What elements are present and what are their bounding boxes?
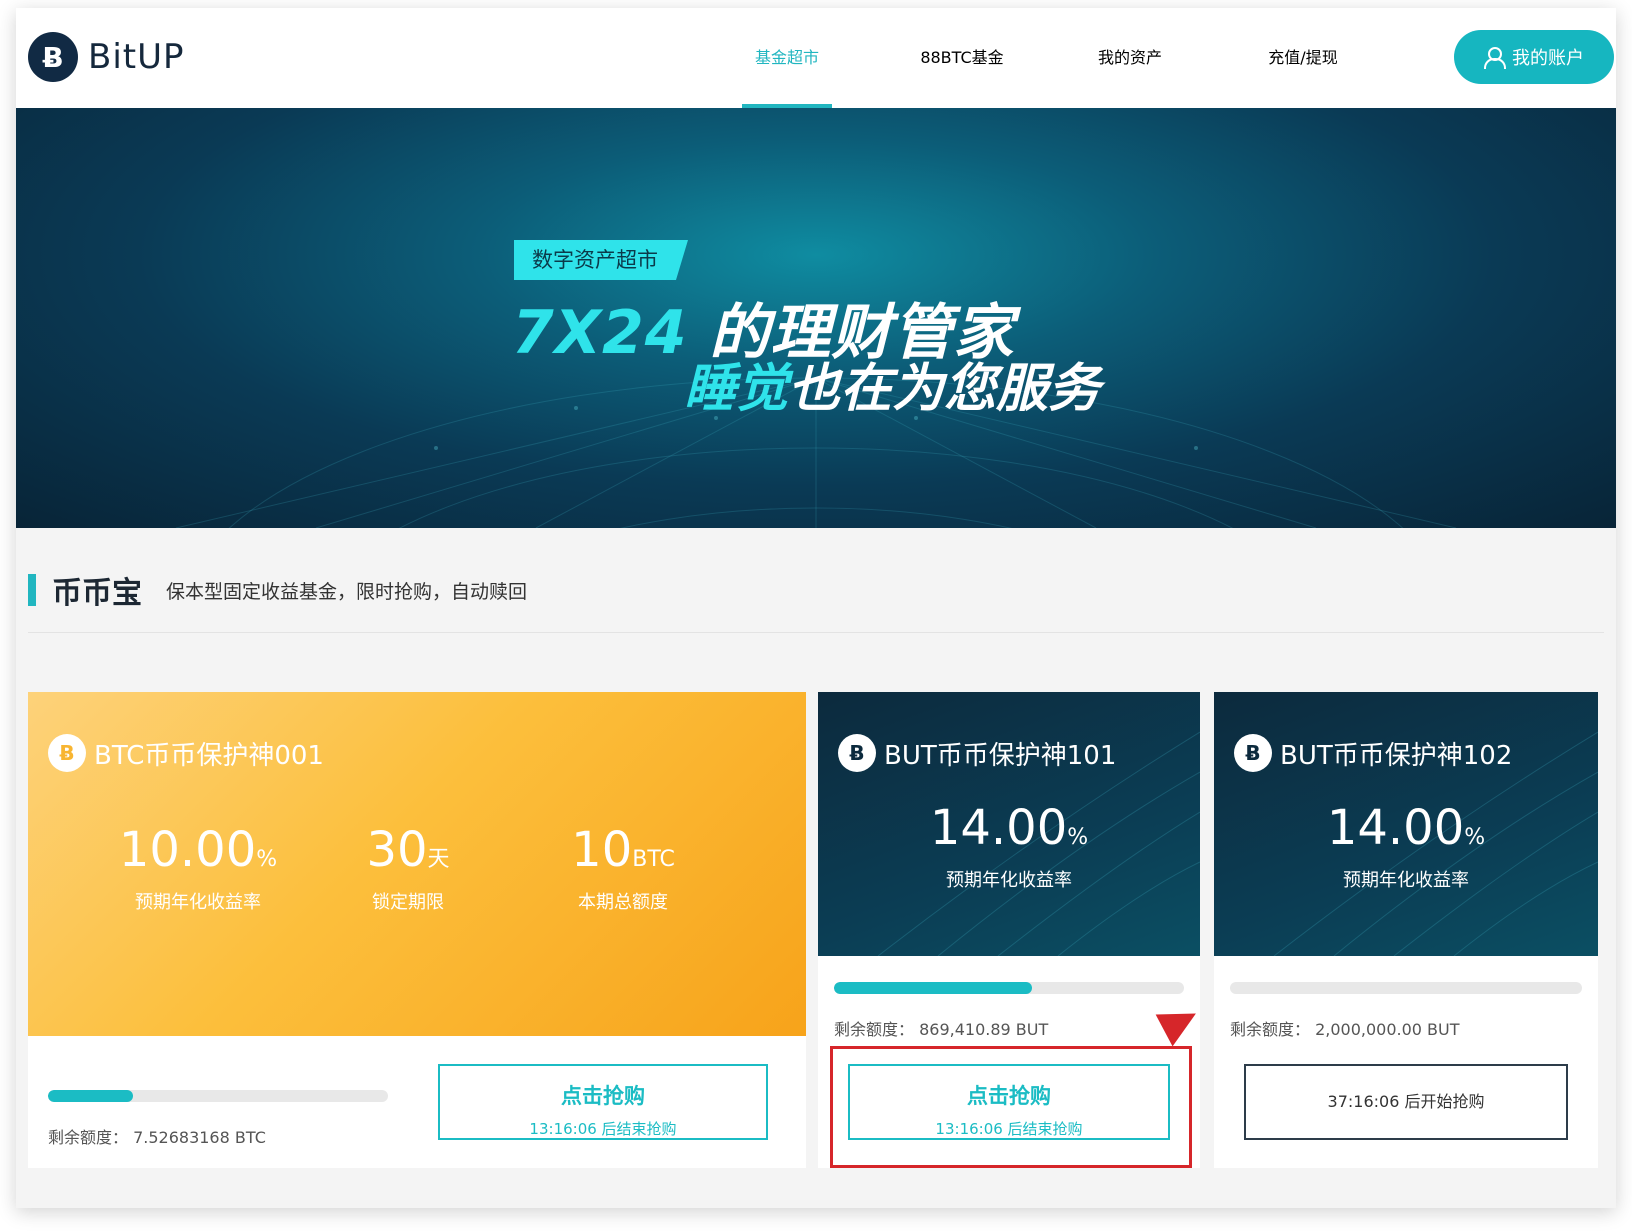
but-coin-icon: Ƀ [1234, 734, 1272, 772]
top-navbar: Ƀ BitUP 基金超市 88BTC基金 我的资产 充值/提现 我的账户 [16, 8, 1616, 108]
upcoming-purchase-button[interactable]: 37:16:06 后开始抢购 [1244, 1064, 1568, 1140]
stat-annual-rate: 10.00% 预期年化收益率 [118, 822, 278, 914]
card-header: Ƀ BUT币币保护神101 14.00% 预期年化收益率 [818, 692, 1200, 956]
card-title-text: BUT币币保护神101 [884, 740, 1117, 771]
buy-button[interactable]: 点击抢购 13:16:06 后结束抢购 [438, 1064, 768, 1140]
card-title-text: BTC币币保护神001 [94, 740, 324, 771]
stat-value: 30 [366, 822, 428, 878]
banner-headline-2-rest: 也在为您服务 [788, 359, 1101, 419]
section-subtitle: 保本型固定收益基金，限时抢购，自动赎回 [166, 580, 528, 603]
logo[interactable]: Ƀ BitUP [28, 32, 185, 82]
logo-text: BitUP [88, 37, 185, 77]
stat-label: 锁定期限 [372, 892, 444, 913]
but-coin-icon: Ƀ [838, 734, 876, 772]
buy-button-label: 点击抢购 [561, 1084, 645, 1108]
banner-headline-1-highlight: 7X24 [512, 298, 688, 368]
banner-headline-2-highlight: 睡觉 [684, 359, 789, 419]
remaining-quota: 剩余额度： 2,000,000.00 BUT [1230, 1020, 1460, 1039]
card-title: Ƀ BUT币币保护神101 [838, 734, 1116, 772]
stat-unit: % [256, 847, 278, 872]
stat-annual-rate: 14.00% 预期年化收益率 [1306, 800, 1506, 892]
stat-label: 本期总额度 [578, 892, 668, 913]
stat-unit: % [1464, 825, 1486, 850]
banner-tag: 数字资产超市 [514, 240, 688, 280]
stat-annual-rate: 14.00% 预期年化收益率 [909, 800, 1109, 892]
stat-lock-period: 30天 锁定期限 [358, 822, 458, 914]
card-title: Ƀ BTC币币保护神001 [48, 734, 324, 772]
stat-value: 10.00 [118, 822, 257, 878]
bitcoin-icon: Ƀ [48, 734, 86, 772]
section-accent-bar [28, 574, 36, 606]
card-title-text: BUT币币保护神102 [1280, 740, 1513, 771]
remaining-quota: 剩余额度： 869,410.89 BUT [834, 1020, 1049, 1039]
stat-label: 预期年化收益率 [1343, 870, 1469, 891]
stat-unit: 天 [427, 847, 450, 872]
stat-value: 10 [571, 822, 633, 878]
banner-headline-2: 睡觉也在为您服务 [684, 346, 1100, 421]
quota-progress-bar [834, 982, 1184, 994]
annotation-highlight-box [830, 1046, 1192, 1168]
fund-card-btc-001: Ƀ BTC币币保护神001 10.00% 预期年化收益率 30天 锁定期限 10… [28, 692, 806, 1168]
stat-label: 预期年化收益率 [946, 870, 1072, 891]
remaining-quota: 剩余额度： 7.52683168 BTC [48, 1128, 266, 1147]
card-header: Ƀ BTC币币保护神001 10.00% 预期年化收益率 30天 锁定期限 10… [28, 692, 806, 1036]
card-header: Ƀ BUT币币保护神102 14.00% 预期年化收益率 [1214, 692, 1598, 956]
stat-label: 预期年化收益率 [135, 892, 261, 913]
quota-progress-bar [1230, 982, 1582, 994]
quota-progress-bar [48, 1090, 388, 1102]
stat-value: 14.00 [929, 800, 1068, 856]
nav-88btc-fund[interactable]: 88BTC基金 [892, 8, 1032, 108]
card-title: Ƀ BUT币币保护神102 [1234, 734, 1512, 772]
my-account-button[interactable]: 我的账户 [1454, 30, 1614, 84]
stat-total-quota: 10BTC 本期总额度 [568, 822, 678, 914]
progress-fill [834, 982, 1032, 994]
hero-banner: 数字资产超市 7X24 的理财管家 睡觉也在为您服务 [16, 108, 1616, 528]
stat-unit: % [1067, 825, 1089, 850]
bitup-logo-icon: Ƀ [28, 32, 78, 82]
nav-deposit-withdraw[interactable]: 充值/提现 [1248, 8, 1358, 108]
my-account-label: 我的账户 [1512, 48, 1584, 69]
nav-my-assets[interactable]: 我的资产 [1082, 8, 1178, 108]
user-icon [1484, 47, 1506, 69]
nav-fund-market[interactable]: 基金超市 [742, 8, 832, 108]
buy-button-countdown: 13:16:06 后结束抢购 [529, 1120, 677, 1138]
section-header: 币币宝 保本型固定收益基金，限时抢购，自动赎回 [28, 568, 527, 612]
app-window: Ƀ BitUP 基金超市 88BTC基金 我的资产 充值/提现 我的账户 数字资… [16, 8, 1616, 1208]
stat-unit: BTC [632, 847, 675, 872]
section-divider [28, 632, 1604, 633]
stat-value: 14.00 [1326, 800, 1465, 856]
fund-card-but-102: Ƀ BUT币币保护神102 14.00% 预期年化收益率 剩余额度： 2,000… [1214, 692, 1598, 1168]
progress-fill [48, 1090, 133, 1102]
section-title: 币币宝 [52, 576, 142, 611]
